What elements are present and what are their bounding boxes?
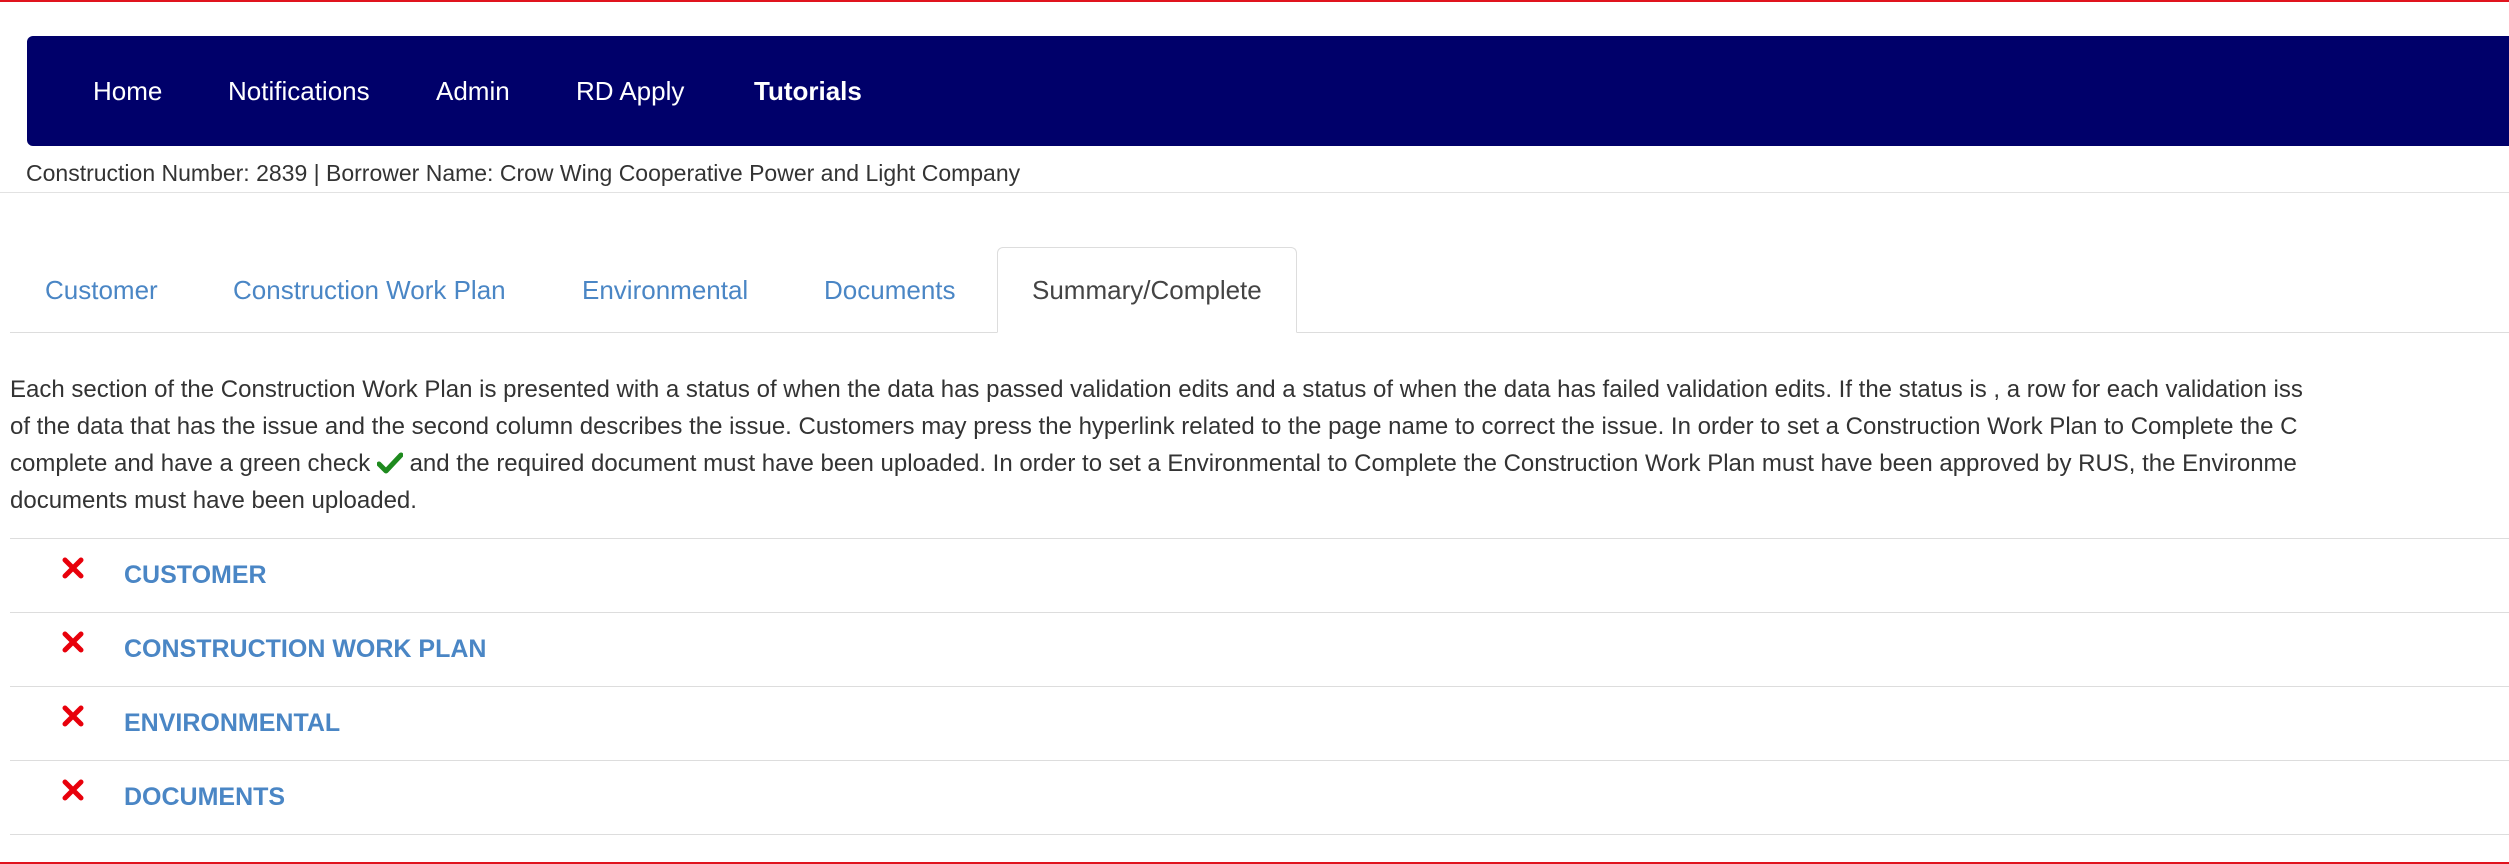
section-link-documents[interactable]: DOCUMENTS: [124, 761, 285, 834]
tab-summary-complete[interactable]: Summary/Complete: [997, 247, 1297, 333]
section-link-construction-work-plan[interactable]: CONSTRUCTION WORK PLAN: [124, 613, 486, 686]
red-x-icon: [62, 779, 84, 801]
summary-description: Each section of the Construction Work Pl…: [10, 371, 2509, 519]
nav-rd-apply[interactable]: RD Apply: [576, 36, 684, 146]
description-line: Each section of the Construction Work Pl…: [10, 376, 2303, 403]
section-link-environmental[interactable]: ENVIRONMENTAL: [124, 687, 340, 760]
red-x-icon: [62, 705, 84, 727]
description-line: complete and have a green check and the …: [10, 445, 2509, 482]
description-text: and the required document must have been…: [402, 450, 2297, 477]
section-link-customer[interactable]: CUSTOMER: [124, 539, 267, 612]
nav-notifications[interactable]: Notifications: [228, 36, 370, 146]
divider: [0, 192, 2509, 193]
nav-admin[interactable]: Admin: [436, 36, 510, 146]
description-line: of the data that has the issue and the s…: [10, 413, 2298, 440]
construction-info-bar: Construction Number: 2839 | Borrower Nam…: [26, 160, 1021, 186]
status-row-customer: CUSTOMER: [10, 538, 2509, 612]
red-x-icon: [62, 631, 84, 653]
tab-construction-work-plan[interactable]: Construction Work Plan: [233, 247, 506, 333]
nav-home[interactable]: Home: [93, 36, 162, 146]
red-x-icon: [62, 557, 84, 579]
nav-tutorials[interactable]: Tutorials: [754, 36, 862, 146]
tab-documents[interactable]: Documents: [824, 247, 956, 333]
top-navbar: Home Notifications Admin RD Apply Tutori…: [27, 36, 2509, 146]
status-row-construction-work-plan: CONSTRUCTION WORK PLAN: [10, 612, 2509, 686]
description-line: documents must have been uploaded.: [10, 487, 417, 514]
status-row-environmental: ENVIRONMENTAL: [10, 686, 2509, 760]
tab-customer[interactable]: Customer: [45, 247, 158, 333]
description-text: complete and have a green check: [10, 450, 377, 477]
status-row-documents: DOCUMENTS: [10, 760, 2509, 835]
tab-bar: Customer Construction Work Plan Environm…: [10, 247, 2509, 333]
section-status-table: CUSTOMER CONSTRUCTION WORK PLAN ENVIRONM…: [10, 538, 2509, 835]
tab-environmental[interactable]: Environmental: [582, 247, 748, 333]
green-check-icon: [376, 445, 404, 482]
page-frame: Home Notifications Admin RD Apply Tutori…: [0, 0, 2509, 864]
